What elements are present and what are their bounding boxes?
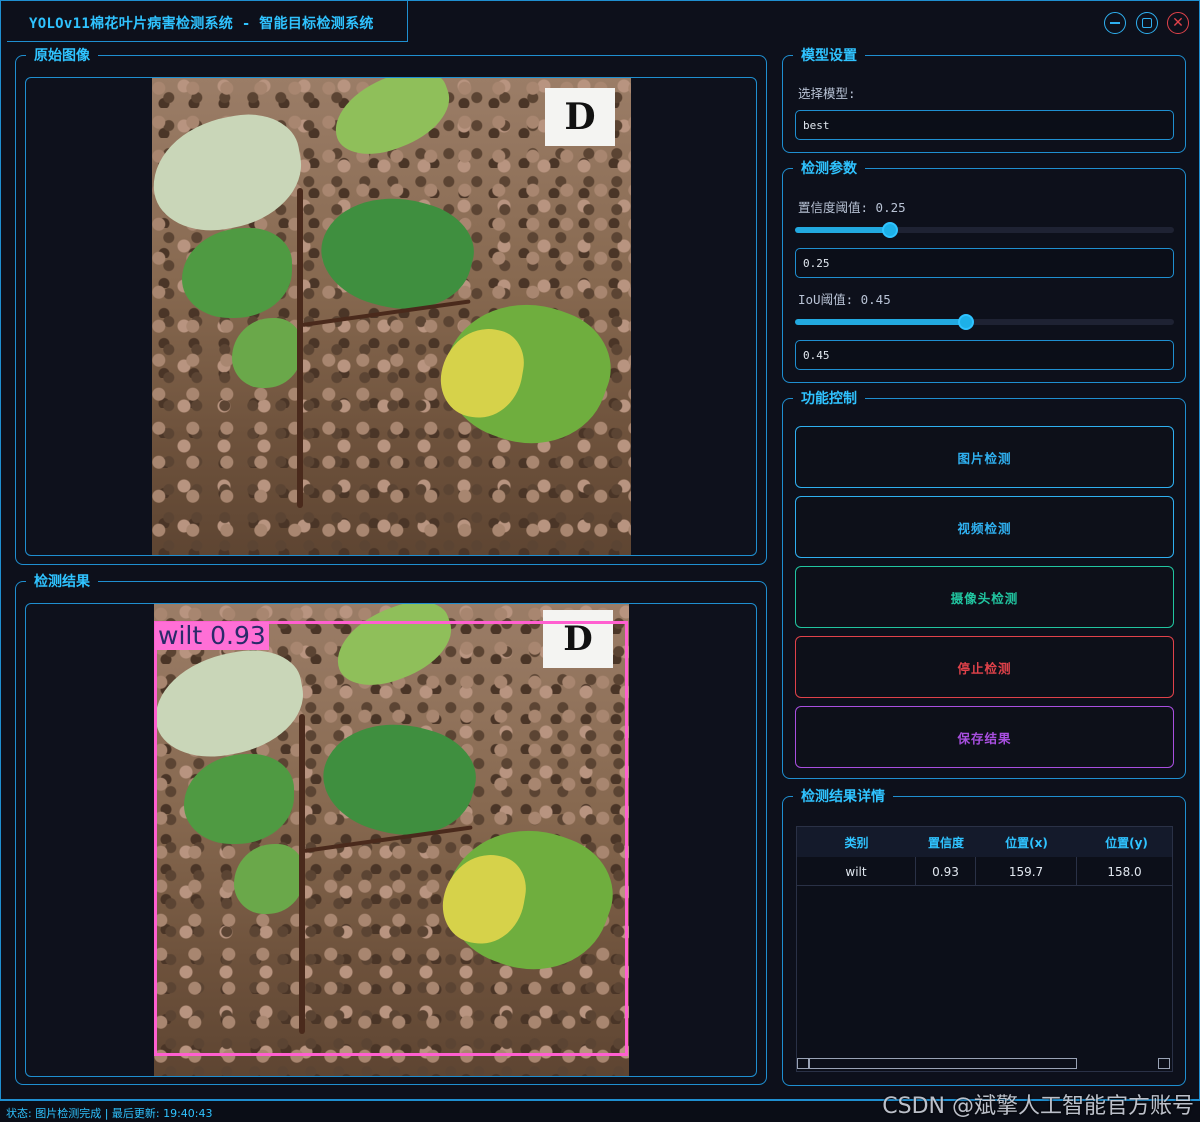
minus-icon [1110, 22, 1120, 24]
save-results-button[interactable]: 保存结果 [795, 706, 1174, 768]
title-bar: YOLOv11棉花叶片病害检测系统 - 智能目标检测系统 ✕ [1, 1, 1199, 43]
confidence-input[interactable]: 0.25 [795, 248, 1174, 278]
iou-slider-handle[interactable] [958, 314, 974, 330]
table-row[interactable]: wilt 0.93 159.7 158.0 [797, 857, 1172, 886]
original-image-frame: D [25, 77, 757, 556]
confidence-label: 置信度阈值: 0.25 [798, 200, 906, 215]
sample-badge: D [545, 88, 615, 146]
iou-slider-fill [795, 319, 966, 325]
square-icon [1142, 18, 1152, 28]
window-title: YOLOv11棉花叶片病害检测系统 - 智能目标检测系统 [29, 16, 374, 32]
table-header: 类别 置信度 位置(x) 位置(y) [797, 827, 1172, 857]
maximize-button[interactable] [1136, 12, 1158, 34]
detection-label: wilt 0.93 [155, 622, 269, 650]
title-divider [407, 1, 408, 42]
detection-result-title: 检测结果 [26, 571, 98, 591]
results-table: 类别 置信度 位置(x) 位置(y) wilt 0.93 159.7 158.0 [796, 826, 1173, 1072]
original-image: D [152, 78, 631, 555]
original-image-title: 原始图像 [26, 45, 98, 65]
stop-detect-button[interactable]: 停止检测 [795, 636, 1174, 698]
cell-confidence: 0.93 [916, 857, 976, 886]
image-detect-button[interactable]: 图片检测 [795, 426, 1174, 488]
detection-result-frame: D wilt 0.93 [25, 603, 757, 1077]
iou-input[interactable]: 0.45 [795, 340, 1174, 370]
iou-slider[interactable] [795, 314, 1174, 330]
detection-params-title: 检测参数 [793, 158, 865, 178]
scroll-right-arrow[interactable] [1158, 1058, 1170, 1069]
minimize-button[interactable] [1104, 12, 1126, 34]
confidence-slider-handle[interactable] [882, 222, 898, 238]
camera-detect-button[interactable]: 摄像头检测 [795, 566, 1174, 628]
horizontal-scrollbar[interactable] [797, 1057, 1172, 1071]
iou-label: IoU阈值: 0.45 [798, 292, 891, 307]
close-button[interactable]: ✕ [1167, 12, 1189, 34]
status-text: 状态: 图片检测完成 | 最后更新: 19:40:43 [6, 1107, 213, 1120]
results-detail-title: 检测结果详情 [793, 786, 893, 806]
watermark: CSDN @斌擎人工智能官方账号 [882, 1094, 1194, 1119]
title-underline [7, 41, 407, 42]
confidence-slider-fill [795, 227, 890, 233]
model-select-label: 选择模型: [798, 86, 856, 101]
app-window: YOLOv11棉花叶片病害检测系统 - 智能目标检测系统 ✕ 原始图像 D 检测… [0, 0, 1200, 1100]
plant-stem [297, 188, 303, 508]
cell-class: wilt [797, 857, 916, 886]
detection-result-image: D wilt 0.93 [154, 604, 629, 1076]
scroll-left-arrow[interactable] [797, 1058, 809, 1069]
cell-y: 158.0 [1107, 864, 1142, 879]
scrollbar-handle[interactable] [809, 1058, 1077, 1069]
function-control-title: 功能控制 [793, 388, 865, 408]
video-detect-button[interactable]: 视频检测 [795, 496, 1174, 558]
column-header-class[interactable]: 类别 [797, 827, 916, 857]
column-header-confidence[interactable]: 置信度 [916, 827, 976, 857]
model-select[interactable]: best [795, 110, 1174, 140]
model-settings-title: 模型设置 [793, 45, 865, 65]
column-header-x[interactable]: 位置(x) [976, 827, 1077, 857]
detection-bounding-box [154, 621, 628, 1056]
column-header-y[interactable]: 位置(y) [1077, 827, 1176, 857]
cell-x: 159.7 [976, 857, 1077, 886]
confidence-slider[interactable] [795, 222, 1174, 238]
x-icon: ✕ [1172, 15, 1184, 31]
